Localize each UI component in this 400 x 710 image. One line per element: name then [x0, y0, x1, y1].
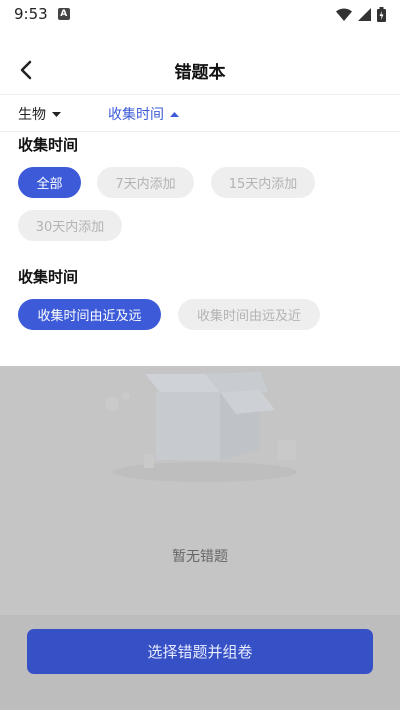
dim-overlay[interactable]: 暂无错题	[0, 366, 400, 615]
bottom-action-bar: 选择错题并组卷	[0, 615, 400, 710]
section-title-order: 收集时间	[18, 268, 79, 286]
subject-filter-tab[interactable]: 生物	[18, 95, 61, 133]
status-bar: 9:53 A	[0, 0, 400, 28]
chevron-left-icon	[20, 60, 32, 80]
notification-a-icon: A	[57, 8, 70, 20]
empty-state-text: 暂无错题	[172, 549, 228, 565]
select-and-compose-button[interactable]: 选择错题并组卷	[27, 629, 373, 674]
chip-near-to-far[interactable]: 收集时间由近及远	[18, 299, 161, 330]
wifi-icon	[336, 7, 352, 21]
back-button[interactable]	[10, 54, 42, 86]
caret-down-icon	[52, 111, 61, 117]
chip-30-days[interactable]: 30天内添加	[18, 210, 122, 241]
battery-charging-icon	[377, 6, 386, 22]
time-filter-tab[interactable]: 收集时间	[108, 95, 179, 133]
chip-7-days[interactable]: 7天内添加	[97, 167, 194, 198]
empty-box-icon	[105, 372, 297, 482]
signal-icon	[358, 7, 371, 21]
status-time: 9:53	[14, 5, 48, 23]
filter-bar: 生物 收集时间	[0, 94, 400, 132]
chip-far-to-near[interactable]: 收集时间由远及近	[178, 299, 320, 330]
nav-bar: 错题本	[0, 48, 400, 92]
status-icons	[336, 6, 386, 22]
caret-up-icon	[170, 111, 179, 117]
subject-filter-label: 生物	[18, 107, 46, 123]
page-title: 错题本	[174, 62, 226, 83]
time-filter-panel: 收集时间 全部 7天内添加 15天内添加 30天内添加 收集时间 收集时间由近及…	[0, 132, 400, 366]
chip-15-days[interactable]: 15天内添加	[211, 167, 315, 198]
time-filter-label: 收集时间	[108, 107, 164, 123]
section-title-range: 收集时间	[18, 136, 79, 154]
chip-all[interactable]: 全部	[18, 167, 81, 198]
